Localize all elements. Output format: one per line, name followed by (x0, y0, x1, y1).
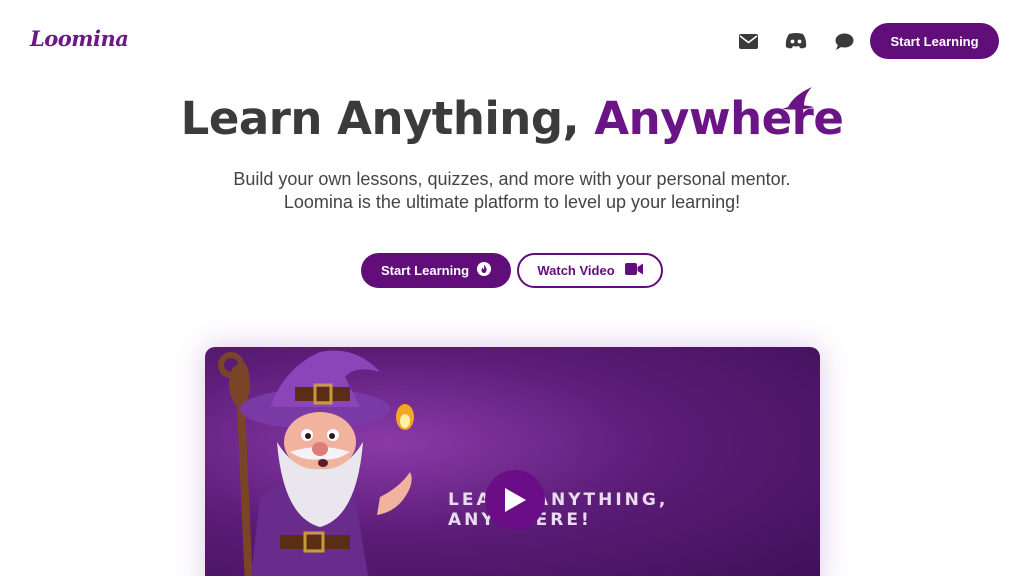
play-button[interactable] (485, 470, 545, 530)
watch-video-button[interactable]: Watch Video (517, 253, 663, 288)
logo[interactable]: Loomina (30, 26, 129, 51)
watch-video-label: Watch Video (537, 263, 615, 278)
fire-icon (477, 262, 492, 279)
subtitle-line-1: Build your own lessons, quizzes, and mor… (233, 169, 791, 189)
subtitle-line-2: Loomina is the ultimate platform to leve… (283, 192, 741, 212)
page-title: Learn Anything, Anywhere (0, 92, 1024, 145)
play-icon (505, 488, 526, 512)
video-camera-icon (624, 263, 643, 278)
site-header: Loomina Start Learning (0, 0, 1024, 80)
wizard-illustration (218, 350, 414, 576)
discord-icon[interactable] (783, 28, 809, 54)
title-plain: Learn Anything, (180, 92, 580, 145)
video-player[interactable]: LEARN ANYTHING, ANYWHERE! (205, 347, 820, 576)
mail-icon[interactable] (735, 28, 761, 54)
start-learning-header-button[interactable]: Start Learning (870, 23, 999, 59)
start-learning-label: Start Learning (380, 263, 470, 278)
wizard-hat-icon (782, 87, 814, 110)
start-learning-button[interactable]: Start Learning (361, 253, 511, 288)
chat-icon[interactable] (831, 28, 857, 54)
